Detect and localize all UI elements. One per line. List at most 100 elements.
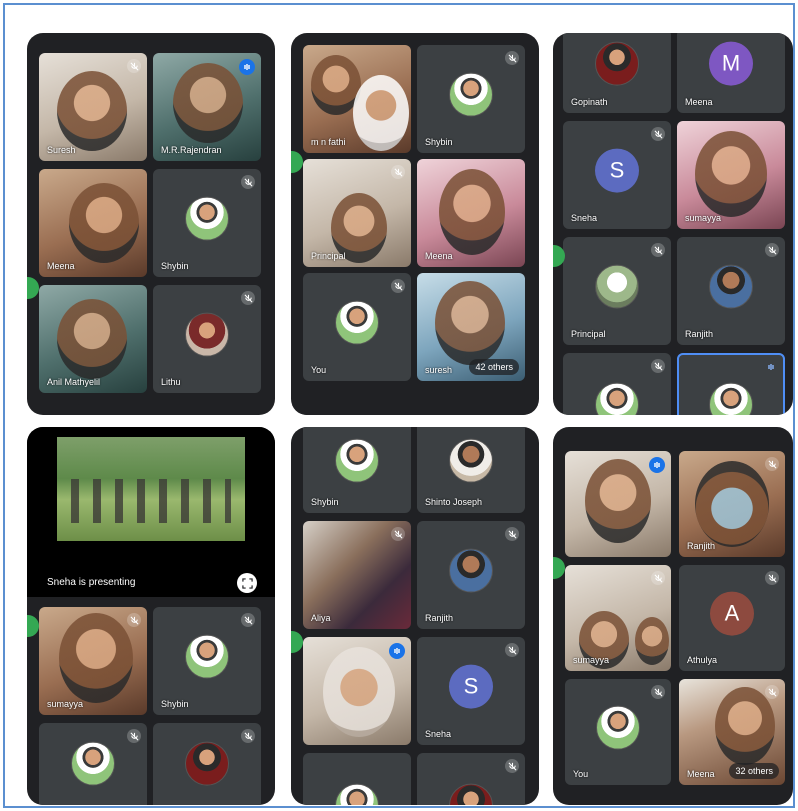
participant-tile[interactable]: You [303, 273, 411, 381]
mic-off-icon [505, 643, 519, 657]
participant-avatar [595, 41, 639, 86]
participant-avatar [709, 382, 753, 415]
participant-tile[interactable]: suresh 42 others [417, 273, 525, 381]
participant-name: Aliya [311, 613, 331, 623]
participant-tile[interactable]: Shybin [417, 45, 525, 153]
fullscreen-icon[interactable] [237, 573, 257, 593]
participant-name: suresh [425, 365, 453, 375]
participant-tile[interactable]: Ranjith [677, 237, 785, 345]
participant-tile[interactable]: Aliya [303, 521, 411, 629]
participant-tile[interactable] [417, 753, 525, 805]
participant-video [585, 459, 651, 543]
participant-video [57, 299, 127, 379]
participant-name: You [573, 769, 589, 779]
participant-tile[interactable]: Anil Mathyelil [39, 285, 147, 393]
participant-tile[interactable]: M Meena [677, 33, 785, 113]
participant-initial: A [710, 591, 754, 636]
mic-off-icon [391, 279, 405, 293]
participant-name: Meena [685, 97, 713, 107]
mic-off-icon [505, 527, 519, 541]
participant-tile[interactable]: Lithu [153, 285, 261, 393]
mic-off-icon [127, 729, 141, 743]
participant-video [323, 647, 395, 737]
participant-video [59, 613, 133, 703]
participant-tile[interactable] [303, 753, 411, 805]
participant-tile[interactable]: S Sneha [417, 637, 525, 745]
participant-name: Shybin [161, 261, 189, 271]
phone-screen-1: Suresh M.R.Rajendran Meena Shybin Anil M… [27, 33, 275, 415]
participant-tile[interactable]: Principal [563, 237, 671, 345]
participant-name: Ranjith [685, 329, 714, 339]
participant-tile[interactable] [303, 637, 411, 745]
participant-avatar [449, 783, 493, 805]
mic-off-icon [651, 127, 665, 141]
mic-off-icon [241, 729, 255, 743]
participant-avatar [185, 634, 229, 679]
mic-off-icon [241, 613, 255, 627]
mic-off-icon [651, 571, 665, 585]
participant-name: Sneha [571, 213, 598, 223]
participant-avatar [449, 438, 493, 483]
participant-avatar [71, 741, 115, 786]
participant-video [353, 75, 409, 151]
participant-avatar [595, 382, 639, 415]
mic-off-icon [765, 457, 779, 471]
participant-avatar [596, 705, 640, 750]
participant-tile[interactable] [39, 723, 147, 805]
participant-tile[interactable]: sumayya [39, 607, 147, 715]
presenting-label: Sneha is presenting [47, 577, 136, 588]
participant-tile[interactable]: S Sneha [563, 121, 671, 229]
participant-tile[interactable]: Gopinath [563, 33, 671, 113]
participant-initial: S [595, 148, 639, 193]
mic-off-icon [505, 759, 519, 773]
speaking-icon [763, 359, 779, 375]
presentation-area[interactable]: Sneha is presenting [27, 427, 275, 597]
participant-name: Meena [47, 261, 75, 271]
participant-tile[interactable] [563, 353, 671, 415]
participant-tile[interactable]: Shybin [153, 607, 261, 715]
others-count-badge[interactable]: 42 others [469, 359, 519, 375]
participant-tile[interactable]: Ranjith [417, 521, 525, 629]
mic-off-icon [391, 165, 405, 179]
participant-name: sumayya [573, 655, 610, 665]
participant-tile[interactable] [677, 353, 785, 415]
participant-video [173, 63, 243, 143]
participant-tile[interactable]: Meena [39, 169, 147, 277]
side-indicator [27, 277, 39, 299]
participant-tile[interactable]: Meena 32 others [679, 679, 785, 785]
participant-avatar [335, 300, 379, 345]
mic-off-icon [241, 175, 255, 189]
others-count-badge[interactable]: 32 others [729, 763, 779, 779]
participant-tile[interactable]: sumayya [565, 565, 671, 671]
participant-name: Sneha [425, 729, 452, 739]
participant-tile[interactable]: m n fathi [303, 45, 411, 153]
participant-tile[interactable]: Meena [417, 159, 525, 267]
participant-name: Suresh [47, 145, 76, 155]
phone-screen-4: Sneha is presenting sumayya Shybin [27, 427, 275, 805]
speaking-icon [649, 457, 665, 473]
participant-tile[interactable]: A Athulya [679, 565, 785, 671]
participant-tile[interactable]: Shybin [153, 169, 261, 277]
participant-tile[interactable]: M.R.Rajendran [153, 53, 261, 161]
participant-tile[interactable]: You [565, 679, 671, 785]
participant-avatar [335, 438, 379, 483]
participant-tile[interactable]: Ranjith [679, 451, 785, 557]
participant-tile[interactable]: Shinto Joseph [417, 427, 525, 513]
mic-off-icon [127, 59, 141, 73]
participant-tile[interactable] [153, 723, 261, 805]
participant-tile[interactable]: Principal [303, 159, 411, 267]
participant-avatar [449, 548, 493, 593]
participant-tile[interactable]: Shybin [303, 427, 411, 513]
participant-name: Gopinath [571, 97, 608, 107]
participant-tile[interactable]: sumayya [677, 121, 785, 229]
participant-name: Ranjith [425, 613, 454, 623]
phone-screen-3: Gopinath M Meena S Sneha sumayya Princip… [553, 33, 793, 415]
mic-off-icon [127, 613, 141, 627]
mic-off-icon [765, 685, 779, 699]
side-indicator [553, 557, 565, 579]
participant-tile[interactable]: Suresh [39, 53, 147, 161]
participant-name: Meena [687, 769, 715, 779]
participant-video [695, 131, 767, 217]
participant-name: Shybin [311, 497, 339, 507]
participant-tile[interactable] [565, 451, 671, 557]
